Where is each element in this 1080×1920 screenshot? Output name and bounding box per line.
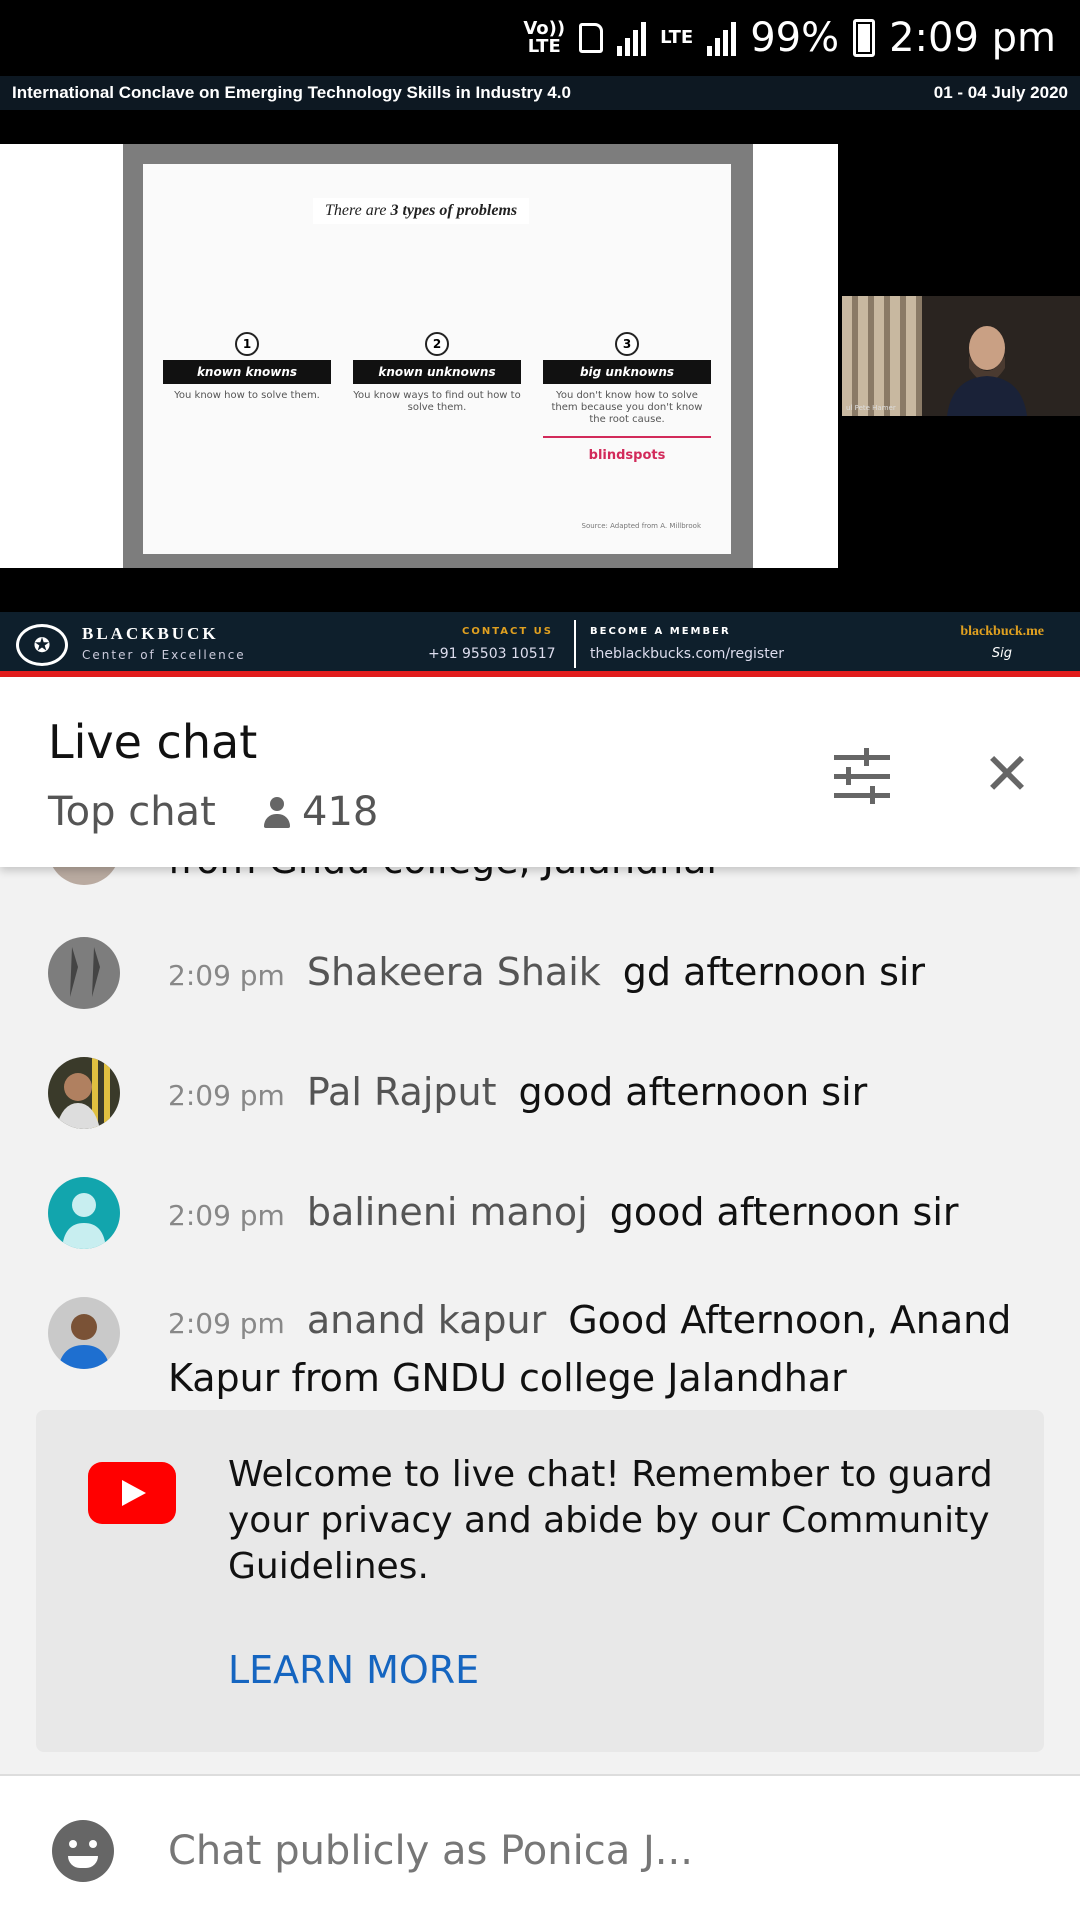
learn-more-link[interactable]: LEARN MORE (228, 1648, 479, 1692)
banner-dates: 01 - 04 July 2020 (933, 83, 1068, 102)
column-heading: known knowns (163, 360, 331, 384)
welcome-text: Welcome to live chat! Remember to guard … (228, 1454, 993, 1587)
column-number: 2 (425, 332, 449, 356)
footer-site: blackbuck.me (960, 624, 1044, 639)
column-number: 3 (615, 332, 639, 356)
column-text: You know how to solve them. (174, 390, 320, 401)
message-author[interactable]: Pal Rajput (307, 1070, 497, 1114)
background-curtain (842, 296, 922, 416)
status-bar: Vo)) LTE LTE 99% 2:09 pm (0, 0, 1080, 76)
chat-settings-button[interactable] (830, 747, 894, 807)
avatar[interactable] (48, 1057, 120, 1129)
contact-number: +91 95503 10517 (428, 646, 556, 662)
viewer-count: 418 (262, 789, 378, 835)
lte-indicator: LTE (660, 27, 694, 48)
speaker-name: ul Pete Hamer (846, 404, 896, 412)
avatar[interactable] (48, 1297, 120, 1369)
footer-brand: BLACKBUCK (82, 624, 219, 643)
clock: 2:09 pm (889, 15, 1056, 61)
contact-label: CONTACT US (462, 626, 553, 637)
slide-column: 1 known knowns You know how to solve the… (163, 332, 331, 463)
slide-source: Source: Adapted from A. Millbrook (581, 522, 701, 530)
speaker-figure (947, 326, 1027, 416)
message-text: from Gndu college, Jalandhar (168, 867, 1020, 887)
viewer-count-value: 418 (302, 789, 379, 835)
sim-icon (579, 23, 604, 53)
message-text: Good Afternoon, Anand Kapur from GNDU co… (168, 1298, 1012, 1400)
video-player[interactable]: International Conclave on Emerging Techn… (0, 76, 1080, 677)
presentation-area: There are 3 types of problems 1 known kn… (0, 144, 838, 568)
column-heading: known unknowns (353, 360, 521, 384)
message-time: 2:09 pm (168, 1079, 285, 1112)
welcome-card: Welcome to live chat! Remember to guard … (36, 1410, 1044, 1752)
chat-title: Live chat (48, 715, 258, 769)
divider (543, 436, 711, 438)
sponsor-footer: ✪ BLACKBUCK Center of Excellence CONTACT… (0, 612, 1080, 677)
youtube-logo-icon (88, 1462, 176, 1524)
chat-messages[interactable]: from Gndu college, Jalandhar 2:09 pm Shak… (0, 867, 1080, 1774)
message-author[interactable]: anand kapur (307, 1298, 546, 1342)
close-icon[interactable]: ✕ (982, 745, 1032, 803)
volte-indicator: Vo)) LTE (523, 18, 566, 57)
person-icon (262, 795, 292, 829)
message-time: 2:09 pm (168, 1307, 285, 1340)
battery-percent: 99% (750, 15, 840, 61)
member-url: theblackbucks.com/register (590, 646, 785, 662)
message-text: good afternoon sir (609, 1190, 959, 1234)
footer-brand-sub: Center of Excellence (82, 648, 246, 662)
slide-columns: 1 known knowns You know how to solve the… (163, 332, 711, 463)
message-time: 2:09 pm (168, 1199, 285, 1232)
member-label: BECOME A MEMBER (590, 626, 731, 637)
slide-column: 3 big unknowns You don't know how to sol… (543, 332, 711, 463)
column-text: You know ways to find out how to solve t… (353, 390, 521, 413)
blindspots-label: blindspots (588, 448, 666, 463)
slide-title: There are 3 types of problems (313, 198, 530, 224)
message-time: 2:09 pm (168, 959, 285, 992)
message-author[interactable]: Shakeera Shaik (307, 950, 601, 994)
column-heading: big unknowns (543, 360, 711, 384)
avatar[interactable] (48, 937, 120, 1009)
avatar (48, 867, 120, 885)
footer-signature: Sig (991, 646, 1012, 661)
column-text: You don't know how to solve them because… (551, 390, 703, 425)
battery-icon (853, 19, 876, 57)
chat-header: Live chat Top chat 418 ✕ (0, 677, 1080, 867)
blackbuck-logo-icon: ✪ (16, 624, 68, 666)
divider (574, 620, 576, 668)
message-text: gd afternoon sir (622, 950, 926, 994)
slide-column: 2 known unknowns You know ways to find o… (353, 332, 521, 463)
chat-input-bar (0, 1774, 1080, 1920)
column-number: 1 (235, 332, 259, 356)
conference-banner: International Conclave on Emerging Techn… (0, 76, 1080, 110)
signal-icon-2 (707, 20, 737, 56)
banner-title: International Conclave on Emerging Techn… (12, 83, 571, 102)
avatar[interactable] (48, 1177, 120, 1249)
chat-mode-selector[interactable]: Top chat (48, 789, 216, 835)
message-text: good afternoon sir (518, 1070, 868, 1114)
speaker-video: ul Pete Hamer (842, 296, 1080, 416)
signal-icon (617, 20, 647, 56)
emoji-icon[interactable] (52, 1820, 114, 1882)
chat-input[interactable] (168, 1816, 1028, 1886)
slide-content: There are 3 types of problems 1 known kn… (143, 164, 731, 554)
message-author[interactable]: balineni manoj (307, 1190, 588, 1234)
presentation-slide: There are 3 types of problems 1 known kn… (123, 144, 753, 568)
